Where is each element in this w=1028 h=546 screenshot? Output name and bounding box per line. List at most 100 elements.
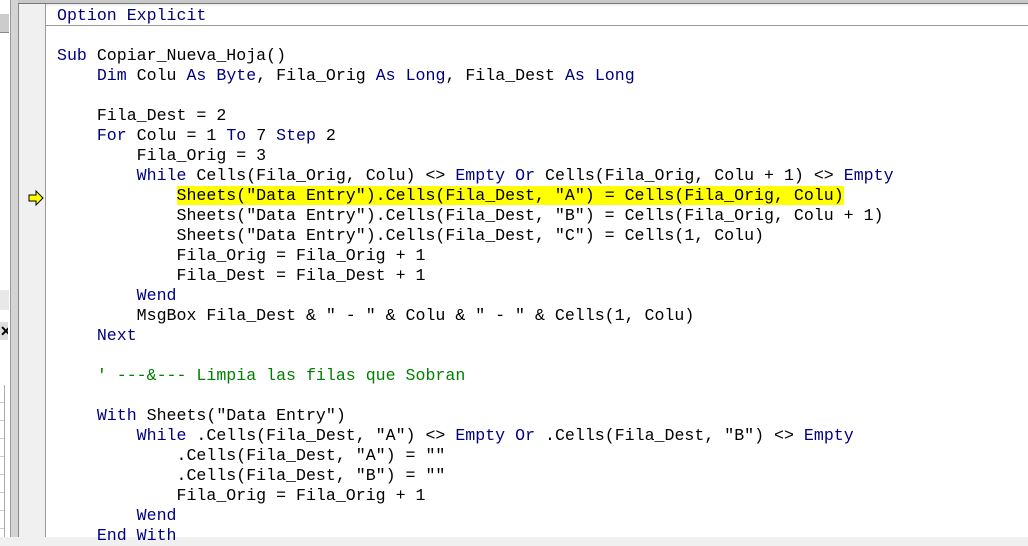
code-text: 2 [315,126,336,145]
window-top-border [18,0,1028,4]
code-text: Cells(Fila_Orig, Colu + 1) <> [535,166,844,185]
code-text: , Fila_Dest [445,66,565,85]
code-text: .Cells(Fila_Dest, "B") <> [535,426,804,445]
code-line[interactable]: Fila_Orig = Fila_Orig + 1 [46,246,1028,266]
keyword: Byte [216,66,257,85]
code-text: Copiar_Nueva_Hoja() [86,46,287,65]
code-line[interactable]: .Cells(Fila_Dest, "A") = "" [46,446,1028,466]
keyword: Long [405,66,446,85]
code-text: Fila_Orig = Fila_Orig + 1 [57,486,426,505]
code-window[interactable]: Option Explicit Sub Copiar_Nueva_Hoja() … [46,6,1028,545]
keyword: Long [594,66,635,85]
code-text: Cells(Fila_Orig, Colu) <> [186,166,456,185]
close-icon[interactable]: ✕ [0,322,8,340]
code-line[interactable]: Fila_Orig = 3 [46,146,1028,166]
keyword: Wend [136,506,177,525]
keyword: Option Explicit [57,6,207,25]
keyword: Or [515,426,536,445]
code-line[interactable] [46,386,1028,406]
code-line[interactable]: Option Explicit [46,6,1028,26]
code-line[interactable]: End With [46,526,1028,546]
margin-indicator-bar[interactable] [19,4,46,537]
keyword: While [136,166,187,185]
code-line[interactable]: Fila_Orig = Fila_Orig + 1 [46,486,1028,506]
keyword: Or [515,166,536,185]
code-text: .Cells(Fila_Dest, "B") = "" [57,466,446,485]
keyword: For [96,126,127,145]
keyword: Next [96,326,137,345]
keyword: Wend [136,286,177,305]
execution-arrow-icon [28,190,44,206]
code-line[interactable]: For Colu = 1 To 7 Step 2 [46,126,1028,146]
code-text: Sheets("Data Entry").Cells(Fila_Dest, "C… [57,226,765,245]
keyword: As [564,66,585,85]
comment: ' ---&--- Limpia las filas que Sobran [96,366,466,385]
code-text: MsgBox Fila_Dest & " - " & Colu & " - " … [57,306,695,325]
keyword: Dim [96,66,127,85]
project-explorer-pane: ✕ [0,0,11,537]
code-text: Fila_Dest = 2 [57,106,227,125]
code-line[interactable]: Sub Copiar_Nueva_Hoja() [46,46,1028,66]
keyword: With [96,406,137,425]
code-line[interactable]: Sheets("Data Entry").Cells(Fila_Dest, "B… [46,206,1028,226]
object-dropdown[interactable] [0,14,9,33]
keyword: Empty [455,166,506,185]
code-line[interactable]: Sheets("Data Entry").Cells(Fila_Dest, "A… [46,186,1028,206]
code-line[interactable]: .Cells(Fila_Dest, "B") = "" [46,466,1028,486]
code-line[interactable]: With Sheets("Data Entry") [46,406,1028,426]
code-text: .Cells(Fila_Dest, "A") = "" [57,446,446,465]
keyword: As [186,66,207,85]
code-text: Fila_Dest = Fila_Dest + 1 [57,266,426,285]
keyword: Empty [843,166,894,185]
code-line[interactable]: Wend [46,506,1028,526]
code-line[interactable]: MsgBox Fila_Dest & " - " & Colu & " - " … [46,306,1028,326]
keyword: As [375,66,396,85]
code-line[interactable]: Fila_Dest = Fila_Dest + 1 [46,266,1028,286]
code-text: Fila_Orig = 3 [57,146,267,165]
code-line[interactable]: While .Cells(Fila_Dest, "A") <> Empty Or… [46,426,1028,446]
code-line[interactable] [46,86,1028,106]
code-text: .Cells(Fila_Dest, "A") <> [186,426,456,445]
code-line[interactable]: Fila_Dest = 2 [46,106,1028,126]
code-text: Colu [126,66,187,85]
keyword: End With [96,526,177,545]
code-text: Colu = 1 [126,126,227,145]
code-line[interactable] [46,26,1028,46]
code-line[interactable]: ' ---&--- Limpia las filas que Sobran [46,366,1028,386]
keyword: To [226,126,247,145]
code-line[interactable]: While Cells(Fila_Orig, Colu) <> Empty Or… [46,166,1028,186]
code-text: , Fila_Orig [256,66,376,85]
code-line[interactable]: Wend [46,286,1028,306]
keyword: Sub [57,46,87,65]
code-line[interactable] [46,346,1028,366]
code-text: Sheets("Data Entry") [136,406,346,425]
properties-grid[interactable] [0,385,5,537]
current-statement: Sheets("Data Entry").Cells(Fila_Dest, "A… [176,186,844,205]
keyword: Empty [455,426,506,445]
keyword: Step [276,126,316,145]
pane-splitter[interactable] [11,0,19,537]
pane-divider [0,290,9,310]
code-line[interactable]: Next [46,326,1028,346]
code-line[interactable]: Sheets("Data Entry").Cells(Fila_Dest, "C… [46,226,1028,246]
keyword: Empty [803,426,854,445]
keyword: While [136,426,187,445]
code-text: Fila_Orig = Fila_Orig + 1 [57,246,426,265]
code-text: 7 [246,126,277,145]
code-line[interactable]: Dim Colu As Byte, Fila_Orig As Long, Fil… [46,66,1028,86]
